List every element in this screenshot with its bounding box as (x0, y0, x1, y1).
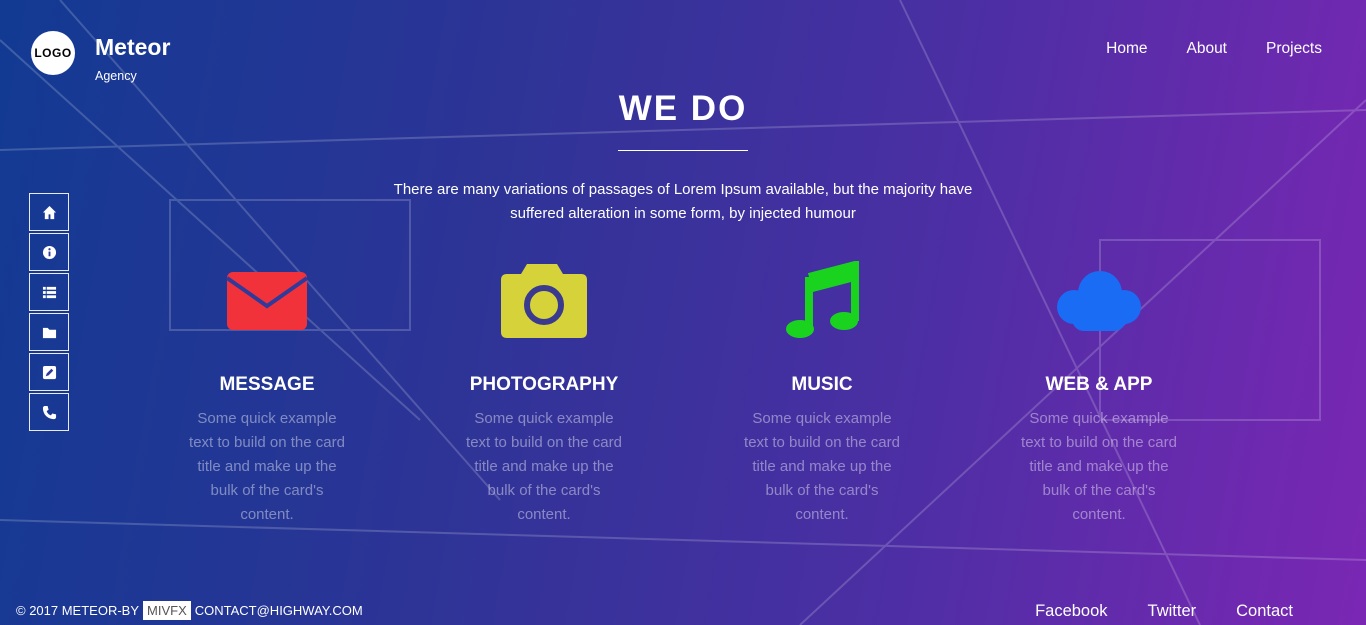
nav-projects[interactable]: Projects (1266, 40, 1322, 58)
side-phone-button[interactable] (29, 393, 69, 431)
side-list-button[interactable] (29, 273, 69, 311)
author-badge[interactable]: MIVFX (143, 601, 191, 620)
contact-email[interactable]: CONTACT@HIGHWAY.COM (195, 603, 363, 618)
camera-icon (501, 264, 587, 338)
top-nav: Home About Projects (1106, 40, 1322, 58)
edit-icon (42, 365, 56, 379)
card-title: PHOTOGRAPHY (469, 374, 619, 395)
card-title: MESSAGE (219, 374, 315, 395)
title-divider (618, 150, 748, 151)
card-text: Some quick example text to build on the … (189, 410, 345, 523)
cloud-icon (1057, 271, 1141, 331)
side-home-button[interactable] (29, 193, 69, 231)
logo[interactable]: LOGO (31, 31, 75, 75)
card-music: MUSIC Some quick example text to build o… (702, 255, 942, 527)
brand-name: Meteor (95, 34, 171, 60)
side-menu (29, 193, 69, 433)
section-intro: There are many variations of passages of… (393, 181, 973, 222)
side-folder-button[interactable] (29, 313, 69, 351)
nav-home[interactable]: Home (1106, 40, 1147, 58)
list-icon (42, 286, 56, 298)
music-icon (786, 261, 859, 338)
brand-subtitle: Agency (95, 69, 137, 83)
footer-facebook-link[interactable]: Facebook (1035, 602, 1107, 621)
phone-icon (42, 405, 56, 419)
card-title: WEB & APP (1045, 374, 1153, 395)
nav-about[interactable]: About (1186, 40, 1227, 58)
card-text: Some quick example text to build on the … (1021, 410, 1177, 523)
copyright-text: © 2017 METEOR-BY (16, 603, 140, 618)
footer-copyright: © 2017 METEOR-BY MIVFX CONTACT@HIGHWAY.C… (16, 601, 363, 620)
section-title: WE DO (618, 89, 748, 128)
footer-twitter-link[interactable]: Twitter (1148, 602, 1197, 621)
side-edit-button[interactable] (29, 353, 69, 391)
footer-links: Facebook Twitter Contact (1035, 602, 1293, 621)
card-web-app: WEB & APP Some quick example text to bui… (979, 255, 1219, 527)
info-icon (42, 245, 56, 259)
card-title: MUSIC (791, 374, 853, 395)
home-icon (42, 205, 56, 219)
card-text: Some quick example text to build on the … (744, 410, 900, 523)
card-message: MESSAGE Some quick example text to build… (147, 255, 387, 527)
footer-contact-link[interactable]: Contact (1236, 602, 1293, 621)
card-photography: PHOTOGRAPHY Some quick example text to b… (424, 255, 664, 527)
side-info-button[interactable] (29, 233, 69, 271)
card-text: Some quick example text to build on the … (466, 410, 622, 523)
envelope-icon (225, 272, 309, 330)
folder-icon (42, 327, 56, 338)
